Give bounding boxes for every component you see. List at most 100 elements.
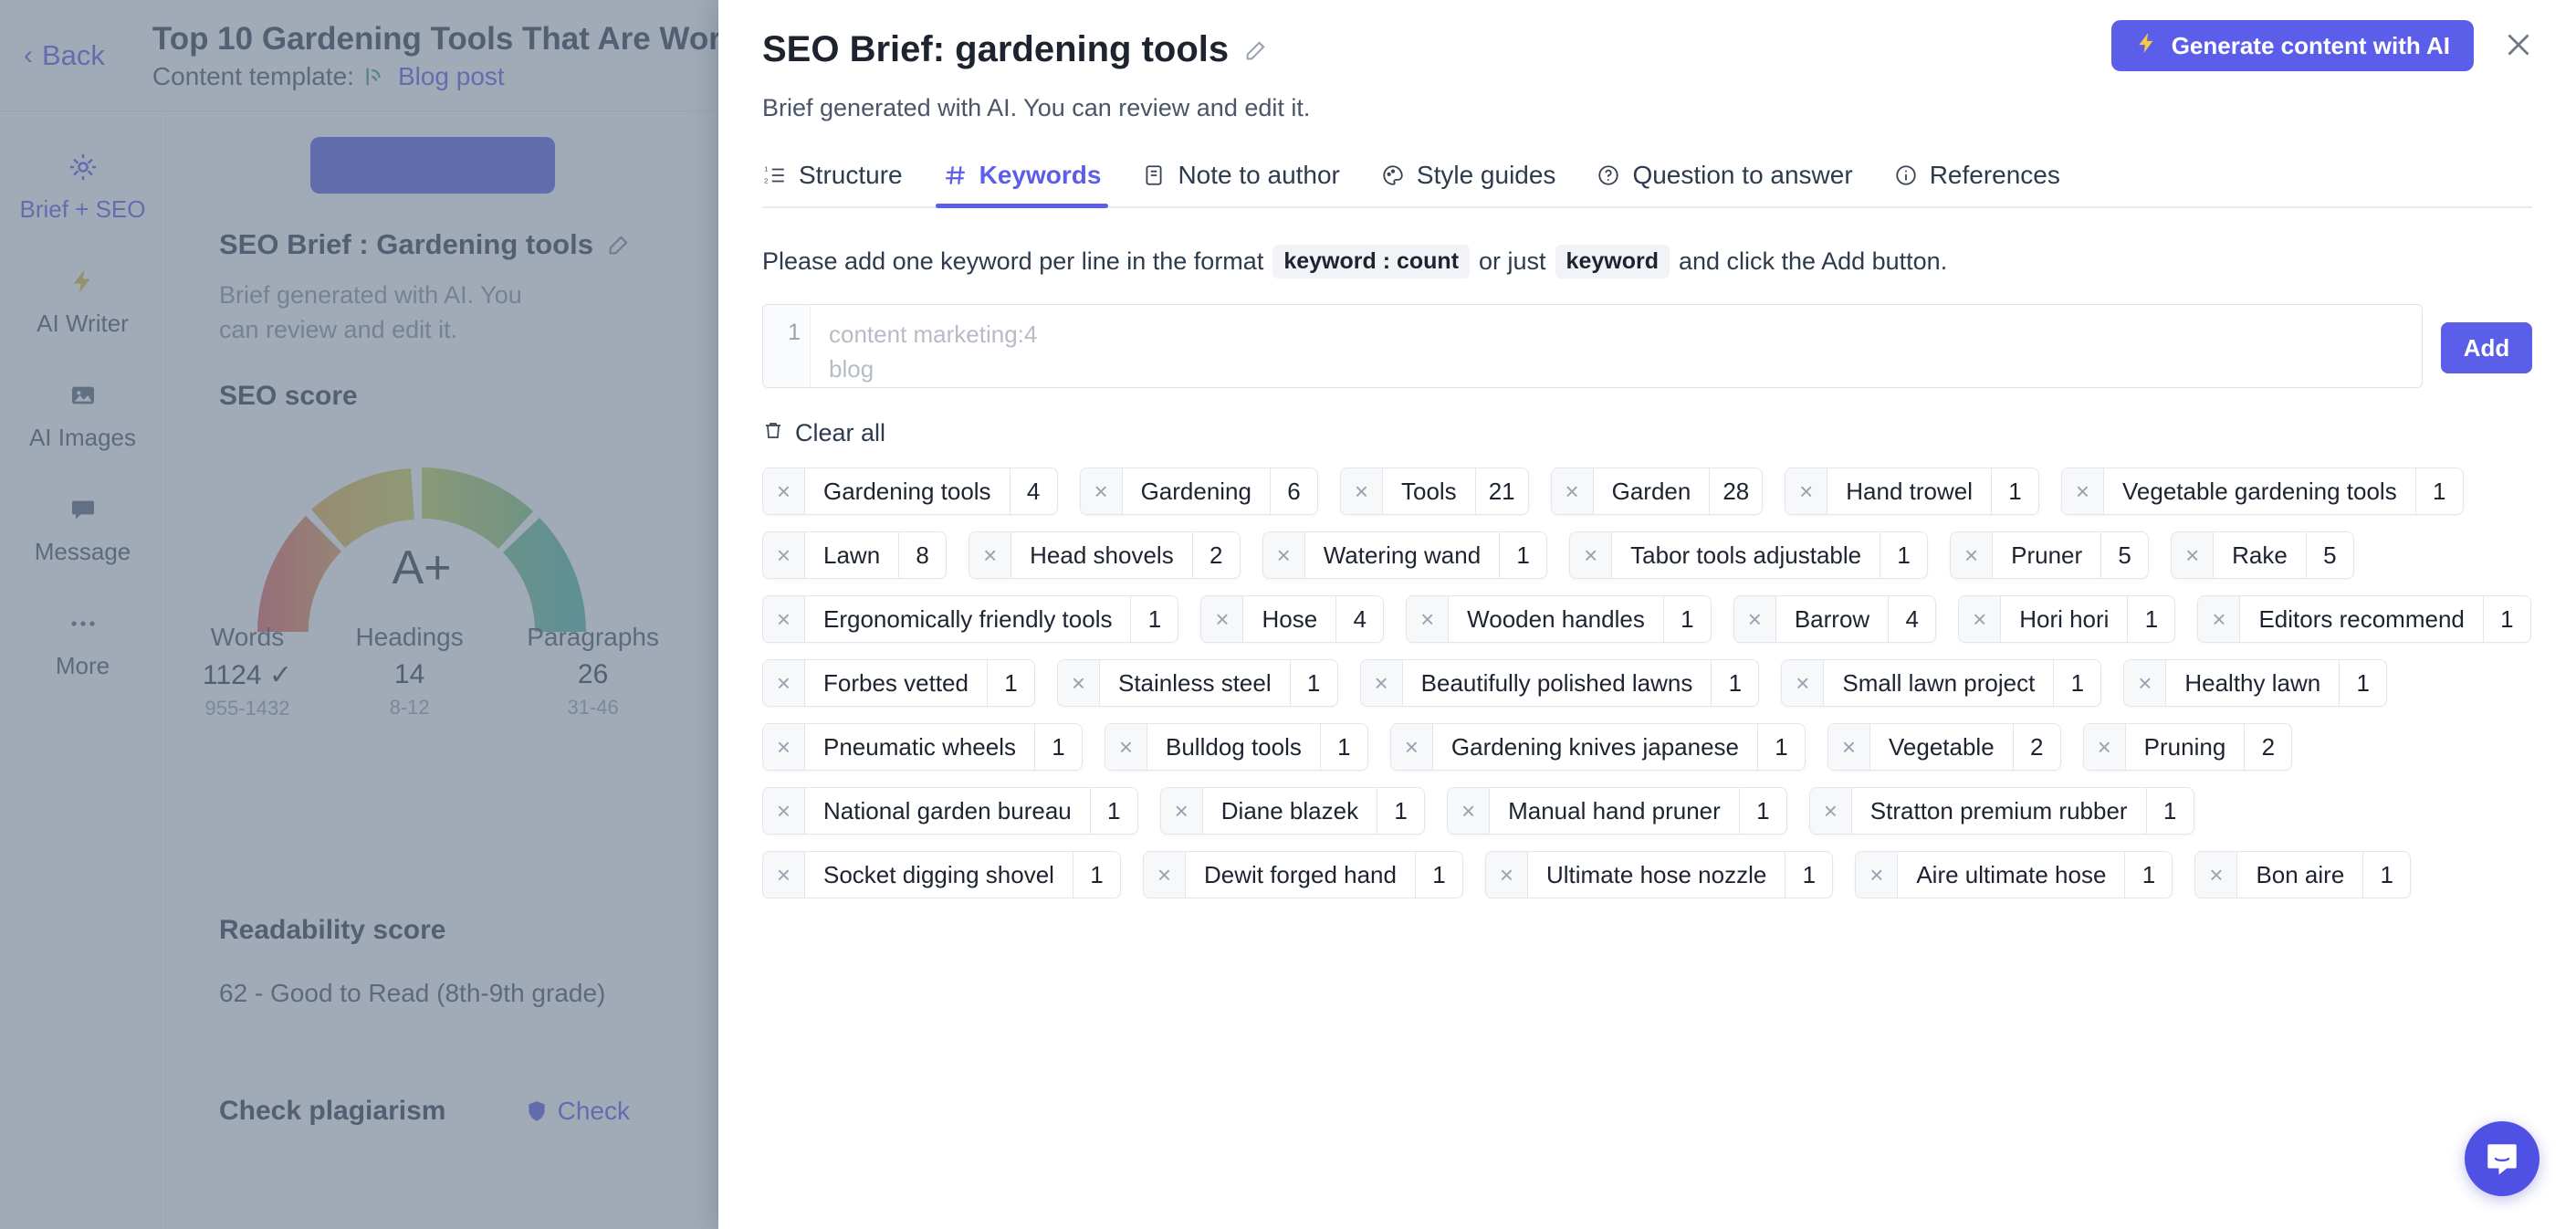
keyword-chip-count[interactable]: 1 bbox=[2053, 660, 2100, 706]
close-icon[interactable] bbox=[2494, 20, 2543, 69]
keyword-chip[interactable]: × Garden 28 bbox=[1550, 467, 1764, 515]
remove-keyword-icon[interactable]: × bbox=[1201, 596, 1244, 642]
keyword-chip-count[interactable]: 21 bbox=[1474, 468, 1528, 514]
keyword-chip[interactable]: × Lawn 8 bbox=[762, 531, 948, 579]
keyword-chip[interactable]: × Bon aire 1 bbox=[2194, 851, 2412, 898]
remove-keyword-icon[interactable]: × bbox=[1160, 788, 1203, 834]
keyword-chip[interactable]: × Manual hand pruner 1 bbox=[1447, 787, 1787, 835]
keyword-chip-count[interactable]: 1 bbox=[1711, 660, 1758, 706]
keyword-chip-count[interactable]: 1 bbox=[1499, 532, 1546, 578]
keyword-chip[interactable]: × Gardening tools 4 bbox=[762, 467, 1058, 515]
keyword-chip-count[interactable]: 1 bbox=[1089, 788, 1137, 834]
keyword-chip[interactable]: × Hand trowel 1 bbox=[1785, 467, 2039, 515]
clear-all-button[interactable]: Clear all bbox=[762, 419, 885, 447]
remove-keyword-icon[interactable]: × bbox=[763, 724, 805, 770]
keyword-chip-count[interactable]: 1 bbox=[1377, 788, 1424, 834]
keyword-chip[interactable]: × Watering wand 1 bbox=[1262, 531, 1548, 579]
keyword-chip-count[interactable]: 1 bbox=[2339, 660, 2386, 706]
keyword-chip-count[interactable]: 8 bbox=[898, 532, 946, 578]
remove-keyword-icon[interactable]: × bbox=[2124, 660, 2167, 706]
keyword-chip-count[interactable]: 1 bbox=[1414, 852, 1462, 898]
remove-keyword-icon[interactable]: × bbox=[763, 788, 805, 834]
keyword-chip[interactable]: × Forbes vetted 1 bbox=[762, 659, 1035, 707]
edit-pencil-icon[interactable] bbox=[1243, 37, 1269, 63]
tab-references[interactable]: References bbox=[1873, 161, 2080, 206]
keyword-chip-count[interactable]: 1 bbox=[2124, 852, 2172, 898]
keyword-chip-count[interactable]: 1 bbox=[2414, 468, 2463, 514]
keyword-chip[interactable]: × Stratton premium rubber 1 bbox=[1808, 787, 2194, 835]
keyword-chip[interactable]: × National garden bureau 1 bbox=[762, 787, 1138, 835]
remove-keyword-icon[interactable]: × bbox=[1733, 596, 1776, 642]
keyword-chip[interactable]: × Editors recommend 1 bbox=[2197, 595, 2531, 643]
keyword-chip[interactable]: × Wooden handles 1 bbox=[1406, 595, 1712, 643]
keyword-textarea[interactable]: content marketing:4 blog AI writing:3 bbox=[811, 305, 2422, 387]
keyword-chip-count[interactable]: 28 bbox=[1709, 468, 1762, 514]
keyword-chip[interactable]: × Hose 4 bbox=[1200, 595, 1385, 643]
remove-keyword-icon[interactable]: × bbox=[1080, 468, 1123, 514]
keyword-chip-count[interactable]: 1 bbox=[2482, 596, 2530, 642]
keyword-chip[interactable]: × Rake 5 bbox=[2171, 531, 2354, 579]
keyword-chip-count[interactable]: 1 bbox=[1319, 724, 1367, 770]
keyword-chip[interactable]: × Diane blazek 1 bbox=[1159, 787, 1426, 835]
remove-keyword-icon[interactable]: × bbox=[1485, 852, 1528, 898]
keyword-chip-count[interactable]: 1 bbox=[1785, 852, 1832, 898]
keyword-chip-count[interactable]: 1 bbox=[2145, 788, 2194, 834]
remove-keyword-icon[interactable]: × bbox=[1856, 852, 1899, 898]
keyword-chip-count[interactable]: 1 bbox=[1662, 596, 1711, 642]
tab-question-to-answer[interactable]: Question to answer bbox=[1576, 161, 1872, 206]
remove-keyword-icon[interactable]: × bbox=[1340, 468, 1383, 514]
keyword-chip[interactable]: × Pruner 5 bbox=[1950, 531, 2150, 579]
keyword-chip[interactable]: × Pruning 2 bbox=[2082, 723, 2293, 771]
keyword-chip-count[interactable]: 1 bbox=[1072, 852, 1120, 898]
remove-keyword-icon[interactable]: × bbox=[1570, 532, 1613, 578]
generate-content-with-ai-button[interactable]: Generate content with AI bbox=[2110, 20, 2474, 71]
keyword-chip-count[interactable]: 4 bbox=[1335, 596, 1383, 642]
keyword-chip[interactable]: × Vegetable gardening tools 1 bbox=[2061, 467, 2464, 515]
keyword-chip-count[interactable]: 1 bbox=[1757, 724, 1805, 770]
tab-note-to-author[interactable]: Note to author bbox=[1121, 161, 1359, 206]
keyword-chip-count[interactable]: 1 bbox=[1034, 724, 1082, 770]
keyword-chip-count[interactable]: 1 bbox=[2127, 596, 2174, 642]
keyword-chip[interactable]: × Bulldog tools 1 bbox=[1105, 723, 1368, 771]
remove-keyword-icon[interactable]: × bbox=[1828, 724, 1870, 770]
keyword-chip[interactable]: × Tabor tools adjustable 1 bbox=[1569, 531, 1929, 579]
keyword-chip[interactable]: × Beautifully polished lawns 1 bbox=[1359, 659, 1760, 707]
keyword-chip[interactable]: × Pneumatic wheels 1 bbox=[762, 723, 1083, 771]
keyword-chip-count[interactable]: 6 bbox=[1269, 468, 1317, 514]
keyword-chip-count[interactable]: 1 bbox=[986, 660, 1034, 706]
remove-keyword-icon[interactable]: × bbox=[763, 660, 805, 706]
remove-keyword-icon[interactable]: × bbox=[763, 532, 805, 578]
keyword-chip-count[interactable]: 1 bbox=[1991, 468, 2038, 514]
keyword-chip[interactable]: × Head shovels 2 bbox=[969, 531, 1241, 579]
remove-keyword-icon[interactable]: × bbox=[1105, 724, 1147, 770]
remove-keyword-icon[interactable]: × bbox=[1143, 852, 1186, 898]
tab-keywords[interactable]: Keywords bbox=[923, 161, 1122, 208]
remove-keyword-icon[interactable]: × bbox=[1407, 596, 1450, 642]
keyword-chip-count[interactable]: 1 bbox=[2362, 852, 2410, 898]
keyword-chip-count[interactable]: 1 bbox=[1289, 660, 1337, 706]
keyword-chip[interactable]: × Dewit forged hand 1 bbox=[1142, 851, 1463, 898]
keyword-chip[interactable]: × Healthy lawn 1 bbox=[2123, 659, 2388, 707]
remove-keyword-icon[interactable]: × bbox=[1057, 660, 1100, 706]
keyword-chip[interactable]: × Aire ultimate hose 1 bbox=[1855, 851, 2173, 898]
keyword-chip-count[interactable]: 1 bbox=[1738, 788, 1786, 834]
remove-keyword-icon[interactable]: × bbox=[1262, 532, 1305, 578]
remove-keyword-icon[interactable]: × bbox=[763, 468, 805, 514]
keyword-chip[interactable]: × Socket digging shovel 1 bbox=[762, 851, 1121, 898]
keyword-chip-count[interactable]: 5 bbox=[2100, 532, 2148, 578]
keyword-chip-count[interactable]: 1 bbox=[1880, 532, 1927, 578]
remove-keyword-icon[interactable]: × bbox=[1782, 660, 1825, 706]
keyword-chip-count[interactable]: 2 bbox=[1191, 532, 1240, 578]
remove-keyword-icon[interactable]: × bbox=[2195, 852, 2238, 898]
remove-keyword-icon[interactable]: × bbox=[1448, 788, 1491, 834]
keyword-input-editor[interactable]: 1 content marketing:4 blog AI writing:3 bbox=[762, 304, 2423, 388]
keyword-chip-count[interactable]: 4 bbox=[1009, 468, 1057, 514]
keyword-chip[interactable]: × Ultimate hose nozzle 1 bbox=[1484, 851, 1834, 898]
remove-keyword-icon[interactable]: × bbox=[969, 532, 1012, 578]
keyword-chip-count[interactable]: 2 bbox=[2244, 724, 2291, 770]
remove-keyword-icon[interactable]: × bbox=[2172, 532, 2215, 578]
keyword-chip-count[interactable]: 2 bbox=[2012, 724, 2060, 770]
remove-keyword-icon[interactable]: × bbox=[2083, 724, 2126, 770]
remove-keyword-icon[interactable]: × bbox=[1551, 468, 1594, 514]
remove-keyword-icon[interactable]: × bbox=[1809, 788, 1852, 834]
